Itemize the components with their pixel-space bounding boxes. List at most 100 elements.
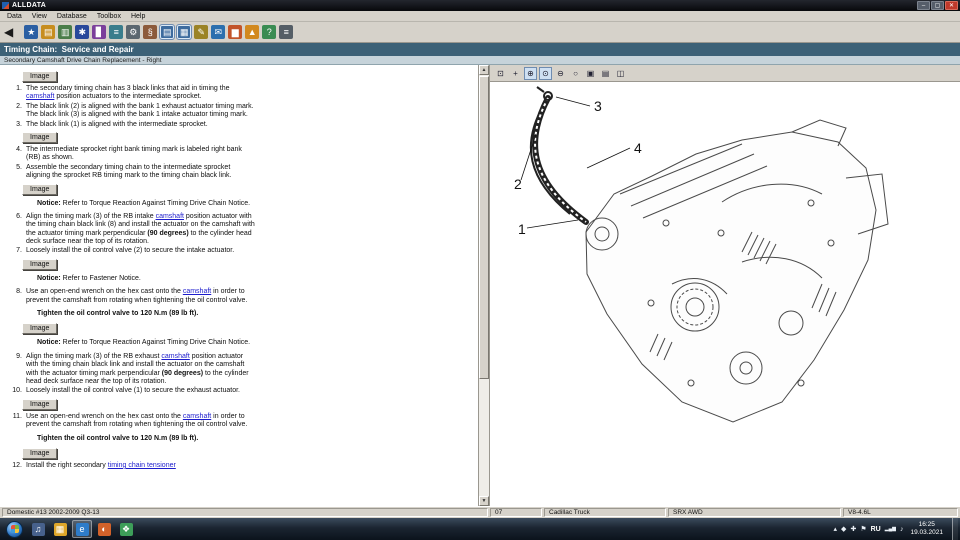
step-text: Loosely install the oil control valve (2… xyxy=(26,247,235,255)
callout-4: 4 xyxy=(634,140,642,156)
nav-back-button[interactable]: ◀ xyxy=(4,22,13,43)
status-model: SRX AWD xyxy=(668,508,841,517)
toolbar-icon-group: ★ ▤ ▥ ✱ ▊ ≡ ⚙ § ▤ ▦ ✎ ✉ ▆ ▲? ≡ xyxy=(24,24,294,40)
menu-help[interactable]: Help xyxy=(126,12,150,21)
maximize-button[interactable]: ▢ xyxy=(931,1,944,10)
firefox-browser-icon[interactable]: ◐ xyxy=(94,520,114,538)
new-vehicle-icon[interactable]: ✱ xyxy=(75,25,90,39)
magnifier-icon[interactable]: ○ xyxy=(569,66,582,80)
internet-explorer-icon[interactable]: e xyxy=(72,520,92,538)
notice: Notice: Refer to Fastener Notice. xyxy=(37,274,141,282)
zoom-in-icon[interactable]: ⊕ xyxy=(524,66,537,80)
notes-icon[interactable]: ✎ xyxy=(194,25,209,39)
zoom-dynamic-icon[interactable]: ⊙ xyxy=(539,66,552,80)
status-book: Domestic #13 2002-2009 Q3-13 xyxy=(2,508,488,517)
step-item: 4. The intermediate sprocket right bank t… xyxy=(10,146,256,163)
specs-icon[interactable]: § xyxy=(143,25,158,39)
network-icon[interactable]: ▂▄▆ xyxy=(885,526,896,532)
fit-window-icon[interactable]: ▣ xyxy=(584,66,597,80)
menu-toolbox[interactable]: Toolbox xyxy=(92,12,126,21)
step-text: Align the timing mark (3) of the RB inta… xyxy=(26,212,255,246)
highlight-icon[interactable]: ▆ xyxy=(228,25,243,39)
hidden-icons-button[interactable]: ▴ xyxy=(834,525,838,533)
media-app-icon[interactable]: ♫ xyxy=(28,520,48,538)
open-folder-icon[interactable]: ▤ xyxy=(41,25,56,39)
image-button[interactable]: Image xyxy=(22,258,58,270)
step-item: 1. The secondary timing chain has 3 black… xyxy=(10,85,256,102)
document-subtitle: Secondary Camshaft Drive Chain Replaceme… xyxy=(0,56,960,65)
image-button[interactable]: Image xyxy=(22,183,58,195)
tray-app-1-icon[interactable]: ◆ xyxy=(841,525,846,533)
document-icon[interactable]: ▥ xyxy=(58,25,73,39)
close-button[interactable]: ✕ xyxy=(945,1,958,10)
step-list: 4. The intermediate sprocket right bank t… xyxy=(10,146,478,181)
engine-sketch xyxy=(585,119,889,423)
main-area: Image 1. The secondary timing chain has 3 … xyxy=(0,65,960,506)
step-number: 8. xyxy=(16,288,22,296)
camshaft-link[interactable]: camshaft xyxy=(183,413,211,420)
zoom-region-icon[interactable]: ⊡ xyxy=(494,66,507,80)
status-make: Cadillac Truck xyxy=(544,508,666,517)
mail-icon[interactable]: ✉ xyxy=(211,25,226,39)
step-item: 9. Align the timing mark (3) of the RB ex… xyxy=(10,353,256,387)
help-icon[interactable]: ? xyxy=(262,25,277,39)
scrollbar-track[interactable] xyxy=(479,75,489,496)
pan-icon[interactable]: + xyxy=(509,66,522,80)
window-titlebar[interactable]: ALLDATA – ▢ ✕ xyxy=(0,0,960,11)
messenger-icon-glyph: ❖ xyxy=(119,522,133,536)
camshaft-link[interactable]: camshaft xyxy=(156,213,184,220)
step-item: 11. Use an open-end wrench on the hex cas… xyxy=(10,413,256,430)
wiring-diagram-icon[interactable]: ≡ xyxy=(109,25,124,39)
bold-text: (90 degrees) xyxy=(147,229,189,237)
scroll-up-button[interactable]: ▲ xyxy=(479,65,489,75)
article-scrollbar[interactable]: ▲ ▼ xyxy=(478,65,489,506)
image-button[interactable]: Image xyxy=(22,71,58,82)
upload-icon[interactable]: ▲ xyxy=(245,25,260,39)
scrollbar-thumb[interactable] xyxy=(479,76,489,380)
print-icon[interactable]: ≡ xyxy=(279,25,294,39)
component-icon[interactable]: ⚙ xyxy=(126,25,141,39)
volume-icon[interactable]: ♪ xyxy=(900,526,904,533)
step-item: 10. Loosely install the oil control valve… xyxy=(10,387,256,395)
zoom-out-icon[interactable]: ⊖ xyxy=(554,66,567,80)
explorer-folder-icon[interactable]: ▦ xyxy=(50,520,70,538)
tray-icon-group: ◆ ✚ ⚑ xyxy=(841,525,867,533)
minimize-button[interactable]: – xyxy=(917,1,930,10)
view-article-icon[interactable]: ▤ xyxy=(159,24,176,40)
image-button[interactable]: Image xyxy=(22,131,58,143)
clock[interactable]: 16:25 19.03.2021 xyxy=(910,521,943,537)
article-pane: Image 1. The secondary timing chain has 3 … xyxy=(0,65,478,506)
menu-view[interactable]: View xyxy=(27,12,52,21)
action-center-icon[interactable]: ⚑ xyxy=(860,525,866,533)
show-desktop-button[interactable] xyxy=(952,518,958,540)
camshaft-link[interactable]: camshaft xyxy=(161,353,189,360)
engine-diagram: 1 2 3 4 xyxy=(514,86,889,423)
language-indicator[interactable]: RU xyxy=(871,526,881,533)
step-item: 2. The black link (2) is aligned with the… xyxy=(10,103,256,120)
menu-data[interactable]: Data xyxy=(2,12,27,21)
diagram-toolbar: ⊡ + ⊕ ⊙ ⊖ ○ ▣ ▤ ◫ xyxy=(490,65,960,82)
view-image-icon[interactable]: ▦ xyxy=(176,24,193,40)
step-text: The intermediate sprocket right bank tim… xyxy=(26,145,242,162)
menu-bar: Data View Database Toolbox Help xyxy=(0,11,960,22)
image-button[interactable]: Image xyxy=(22,323,58,335)
start-button[interactable] xyxy=(6,520,23,538)
messenger-icon[interactable]: ❖ xyxy=(116,520,136,538)
camshaft-link[interactable]: camshaft xyxy=(26,93,54,100)
image-info-icon[interactable]: ◫ xyxy=(614,66,627,80)
bookmark-icon[interactable]: ★ xyxy=(24,25,39,39)
image-print-icon[interactable]: ▤ xyxy=(599,66,612,80)
tray-app-2-icon[interactable]: ✚ xyxy=(850,525,856,533)
diagram-view[interactable]: 1 2 3 4 xyxy=(490,82,960,506)
step-number: 11. xyxy=(12,412,22,420)
step-text: The black link (2) is aligned with the b… xyxy=(26,102,254,119)
menu-database[interactable]: Database xyxy=(52,12,92,21)
graph-icon[interactable]: ▊ xyxy=(92,25,107,39)
scroll-down-button[interactable]: ▼ xyxy=(479,496,489,506)
windows-taskbar: ♫ ▦ e ◐ ❖ ▴ ◆ ✚ ⚑ RU ▂▄▆ ♪ 16:25 19.03.2021 xyxy=(0,518,960,540)
timing-chain-tensioner-link[interactable]: timing chain tensioner xyxy=(108,462,176,469)
step-item: 3. The black link (1) is aligned with the… xyxy=(10,121,256,129)
image-button[interactable]: Image xyxy=(22,447,58,459)
camshaft-link[interactable]: camshaft xyxy=(183,288,211,295)
image-button[interactable]: Image xyxy=(22,398,58,410)
